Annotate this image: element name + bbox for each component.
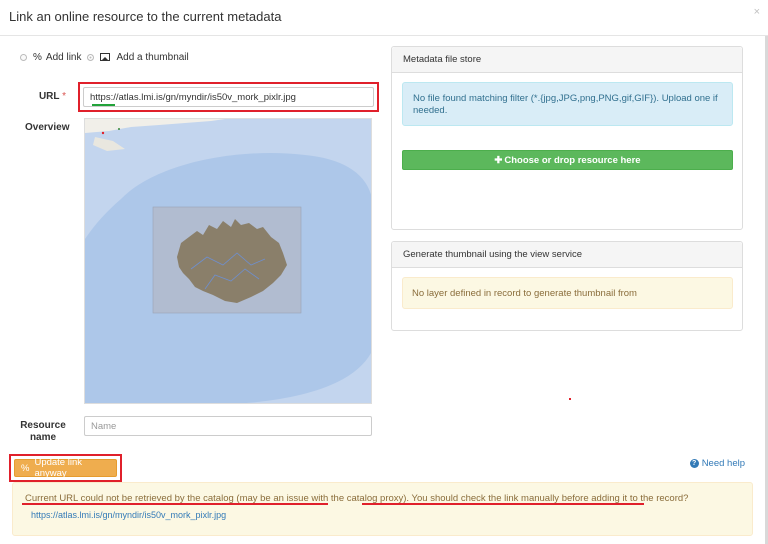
- warning-underline-right: [362, 503, 644, 505]
- file-store-heading: Metadata file store: [392, 47, 742, 73]
- resource-name-label: Resource name: [20, 420, 66, 443]
- update-link-button[interactable]: % Update link anyway: [14, 457, 117, 479]
- overview-map: [84, 118, 372, 404]
- url-warning-alert: Current URL could not be retrieved by th…: [12, 482, 753, 536]
- modal-title: Link an online resource to the current m…: [9, 9, 282, 24]
- warning-url-link[interactable]: https://atlas.lmi.is/gn/myndir/is50v_mor…: [31, 510, 226, 520]
- map-image: [85, 119, 371, 403]
- mode-selector: % Add link Add a thumbnail: [20, 50, 189, 64]
- choose-resource-button[interactable]: ✚ Choose or drop resource here: [402, 150, 733, 170]
- thumbnail-service-warning: No layer defined in record to generate t…: [402, 277, 733, 309]
- update-button-highlight: % Update link anyway: [9, 454, 122, 482]
- overview-label: Overview: [25, 122, 70, 133]
- plus-icon: ✚: [494, 154, 503, 166]
- marker-dot: [569, 398, 571, 400]
- modal-header: Link an online resource to the current m…: [0, 0, 768, 36]
- image-icon: [100, 53, 111, 61]
- add-thumbnail-radio[interactable]: [87, 53, 95, 61]
- url-highlight: https://atlas.lmi.is/gn/myndir/is50v_mor…: [78, 82, 379, 112]
- thumbnail-service-panel: Generate thumbnail using the view servic…: [391, 241, 743, 331]
- link-icon: %: [33, 51, 42, 63]
- thumbnail-service-heading: Generate thumbnail using the view servic…: [392, 242, 742, 268]
- file-store-panel: Metadata file store No file found matchi…: [391, 46, 743, 230]
- required-mark: *: [62, 91, 66, 102]
- link-icon: %: [21, 462, 30, 474]
- warning-underline-left: [22, 503, 328, 505]
- add-thumbnail-label[interactable]: Add a thumbnail: [116, 52, 188, 63]
- add-link-label[interactable]: Add link: [46, 52, 82, 63]
- add-link-radio[interactable]: [20, 53, 27, 61]
- resource-name-input[interactable]: Name: [84, 416, 372, 436]
- question-icon: ?: [689, 459, 699, 468]
- file-store-info: No file found matching filter (*.{jpg,JP…: [402, 82, 733, 126]
- url-protocol-underline: [92, 104, 115, 106]
- url-input[interactable]: https://atlas.lmi.is/gn/myndir/is50v_mor…: [83, 87, 374, 107]
- url-label: URL *: [38, 91, 66, 102]
- close-icon[interactable]: ×: [754, 6, 760, 18]
- need-help-link[interactable]: ? Need help: [689, 458, 745, 469]
